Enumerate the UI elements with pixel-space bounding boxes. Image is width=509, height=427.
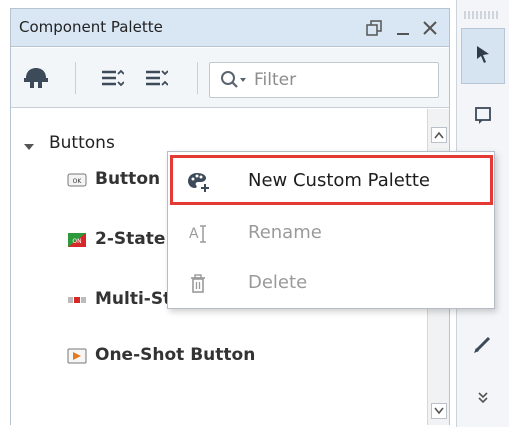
menu-item-label: Rename bbox=[248, 222, 322, 243]
menu-item-delete[interactable]: Delete bbox=[172, 262, 490, 306]
menu-item-label: Delete bbox=[248, 272, 308, 293]
panel-title: Component Palette bbox=[19, 18, 163, 36]
tree-item-one-shot-button[interactable]: One-Shot Button bbox=[11, 339, 427, 375]
pointer-icon bbox=[474, 44, 492, 68]
rename-icon: A bbox=[186, 222, 210, 246]
chevron-down-icon[interactable] bbox=[23, 137, 35, 156]
palette-add-icon bbox=[186, 170, 210, 194]
palette-mode-icon[interactable] bbox=[19, 62, 53, 94]
one-shot-button-icon bbox=[67, 348, 87, 364]
filter-input[interactable] bbox=[254, 67, 434, 93]
comment-tool-button[interactable] bbox=[461, 98, 505, 138]
collapse-all-icon[interactable] bbox=[139, 62, 173, 94]
toolbar-divider bbox=[75, 62, 76, 94]
two-state-toggle-icon: ON bbox=[67, 232, 87, 248]
expand-all-icon[interactable] bbox=[95, 62, 129, 94]
search-icon[interactable] bbox=[220, 70, 248, 94]
grip-handle[interactable] bbox=[463, 6, 503, 19]
menu-item-rename[interactable]: A Rename bbox=[172, 212, 490, 256]
minimize-icon[interactable] bbox=[393, 15, 413, 41]
menu-item-label: New Custom Palette bbox=[248, 170, 431, 191]
tree-item-label: Button bbox=[95, 169, 161, 189]
scroll-down-icon[interactable] bbox=[431, 403, 447, 419]
scroll-up-icon[interactable] bbox=[431, 127, 447, 143]
trash-icon bbox=[186, 272, 210, 296]
pencil-icon bbox=[472, 333, 494, 359]
tree-item-label: One-Shot Button bbox=[95, 345, 256, 365]
float-window-icon[interactable] bbox=[363, 15, 385, 41]
chevron-double-down-icon bbox=[476, 389, 490, 408]
close-icon[interactable] bbox=[419, 15, 441, 41]
menu-item-new-custom-palette[interactable]: New Custom Palette bbox=[172, 160, 490, 204]
palette-title-bar[interactable]: Component Palette bbox=[11, 9, 449, 47]
multi-state-button-icon bbox=[67, 292, 87, 308]
selection-tool-button[interactable] bbox=[461, 28, 505, 84]
designer-window: Component Palette Filter Buttons OK Butt… bbox=[0, 0, 509, 427]
tree-group-label: Buttons bbox=[49, 133, 115, 153]
svg-text:OK: OK bbox=[73, 178, 83, 185]
comment-icon bbox=[473, 106, 493, 130]
context-menu: New Custom Palette A Rename Delete bbox=[167, 151, 495, 309]
palette-toolbar bbox=[11, 48, 449, 108]
toolbar-divider bbox=[197, 62, 198, 94]
filter-box[interactable] bbox=[209, 62, 439, 98]
more-tools-button[interactable] bbox=[461, 378, 505, 418]
draw-tool-button[interactable] bbox=[461, 326, 505, 366]
svg-text:ON: ON bbox=[72, 238, 81, 245]
svg-text:A: A bbox=[189, 226, 199, 242]
ok-button-icon: OK bbox=[67, 172, 87, 188]
